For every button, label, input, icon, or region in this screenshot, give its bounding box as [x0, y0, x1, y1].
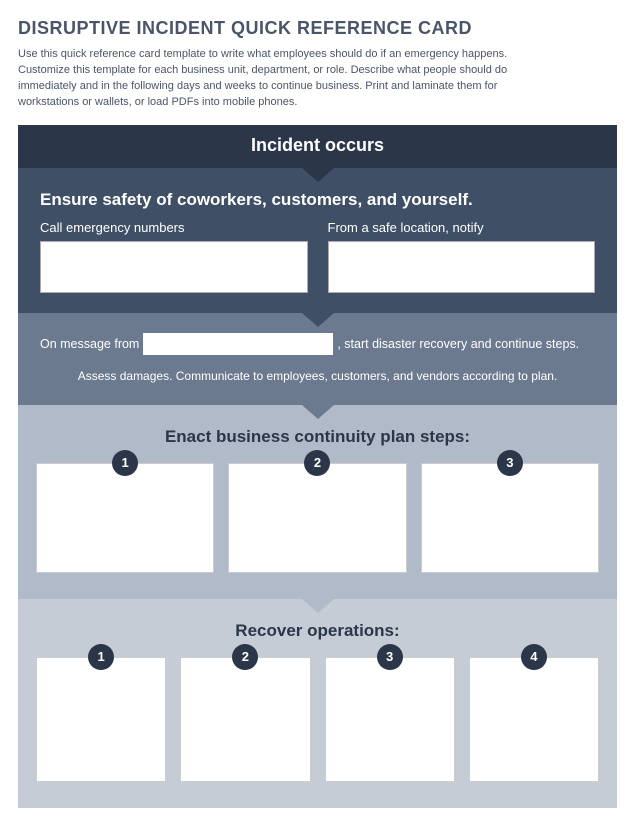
step-badge: 3: [497, 450, 523, 476]
message-from-input[interactable]: [143, 333, 333, 355]
continuity-step-box[interactable]: 1: [36, 463, 214, 573]
recover-step-box[interactable]: 2: [180, 657, 310, 782]
emergency-numbers-label: Call emergency numbers: [40, 220, 308, 235]
recover-step-box[interactable]: 1: [36, 657, 166, 782]
message-suffix: , start disaster recovery and continue s…: [337, 337, 579, 351]
step-badge: 2: [304, 450, 330, 476]
recover-title: Recover operations:: [36, 621, 599, 641]
recover-step-box[interactable]: 3: [325, 657, 455, 782]
step-badge: 1: [88, 644, 114, 670]
incident-banner: Incident occurs: [18, 125, 617, 168]
continuity-title: Enact business continuity plan steps:: [36, 427, 599, 447]
notify-label: From a safe location, notify: [328, 220, 596, 235]
page-title: DISRUPTIVE INCIDENT QUICK REFERENCE CARD: [18, 18, 617, 39]
emergency-numbers-input[interactable]: [40, 241, 308, 293]
continuity-step-box[interactable]: 3: [421, 463, 599, 573]
recover-section: Recover operations: 1 2 3 4: [18, 599, 617, 808]
continuity-step-box[interactable]: 2: [228, 463, 406, 573]
notify-input[interactable]: [328, 241, 596, 293]
message-prefix: On message from: [40, 337, 139, 351]
step-badge: 3: [377, 644, 403, 670]
intro-text: Use this quick reference card template t…: [18, 47, 558, 111]
chevron-down-icon: [302, 313, 334, 327]
step-badge: 1: [112, 450, 138, 476]
chevron-down-icon: [302, 168, 334, 182]
step-badge: 4: [521, 644, 547, 670]
step-badge: 2: [232, 644, 258, 670]
continuity-section: Enact business continuity plan steps: 1 …: [18, 405, 617, 599]
safety-title: Ensure safety of coworkers, customers, a…: [40, 190, 595, 210]
chevron-down-icon: [302, 599, 334, 613]
message-assess-line: Assess damages. Communicate to employees…: [40, 369, 595, 383]
recover-step-box[interactable]: 4: [469, 657, 599, 782]
banner-label: Incident occurs: [251, 135, 384, 155]
safety-section: Ensure safety of coworkers, customers, a…: [18, 168, 617, 313]
chevron-down-icon: [302, 405, 334, 419]
